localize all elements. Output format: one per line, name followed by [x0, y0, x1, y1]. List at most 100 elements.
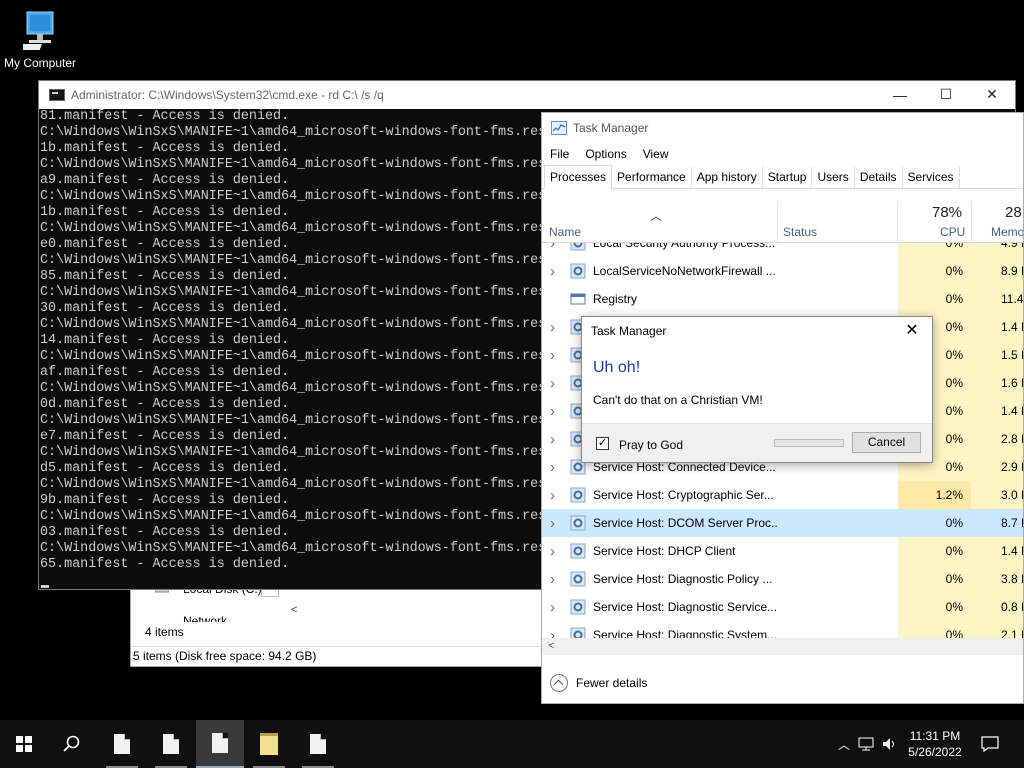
- horizontal-scrollbar[interactable]: [283, 602, 553, 616]
- process-row[interactable]: › Service Host: Cryptographic Ser... 1.2% 3…: [542, 481, 1023, 509]
- process-row[interactable]: › Service Host: DHCP Client 0%1.4 M: [542, 537, 1023, 565]
- memory-total: 28: [1005, 204, 1022, 221]
- scroll-left-icon[interactable]: <: [291, 604, 297, 616]
- minimize-button[interactable]: —: [877, 81, 923, 108]
- taskbar-app-document-2[interactable]: [147, 720, 195, 768]
- menu-view[interactable]: View: [643, 147, 669, 161]
- process-name: Service Host: Diagnostic Service...: [593, 600, 778, 614]
- expand-chevron-icon[interactable]: ›: [550, 319, 560, 336]
- process-row[interactable]: › Service Host: Diagnostic Policy ... 0% 3.…: [542, 565, 1023, 593]
- clock[interactable]: 11:31 PM 5/26/2022: [904, 728, 966, 760]
- expand-chevron-icon[interactable]: ›: [550, 243, 560, 252]
- process-cpu: 0%: [898, 509, 971, 537]
- taskbar-app-document-4[interactable]: [294, 720, 342, 768]
- process-memory: 1.5 M: [971, 341, 1023, 369]
- volume-icon[interactable]: [882, 737, 898, 751]
- process-row[interactable]: › Service Host: DCOM Server Proc... 0% 8.7 …: [542, 509, 1023, 537]
- chevron-up-icon: [550, 674, 568, 692]
- fewer-details-button[interactable]: Fewer details: [542, 663, 1023, 703]
- start-button[interactable]: [0, 720, 48, 768]
- cmd-title-text: Administrator: C:\Windows\System32\cmd.e…: [71, 87, 384, 102]
- divider: [131, 646, 549, 647]
- taskbar-app-document-3[interactable]: [196, 720, 244, 768]
- tab-startup[interactable]: Startup: [763, 166, 813, 188]
- fewer-details-label: Fewer details: [576, 676, 648, 690]
- clock-date: 5/26/2022: [908, 745, 962, 759]
- expand-chevron-icon[interactable]: ›: [550, 375, 560, 392]
- expand-chevron-icon[interactable]: ›: [550, 347, 560, 364]
- tab-users[interactable]: Users: [812, 166, 855, 188]
- process-row[interactable]: › Service Host: Diagnostic System... 0% 2.1…: [542, 621, 1023, 639]
- pray-checkbox[interactable]: ✓: [596, 437, 609, 450]
- expand-chevron-icon[interactable]: ›: [550, 459, 560, 476]
- process-memory: 1.4 M: [971, 313, 1023, 341]
- tab-services[interactable]: Services: [903, 166, 960, 188]
- window-icon: [570, 293, 586, 305]
- process-row[interactable]: Registry 0%11.4 M: [542, 285, 1023, 313]
- scroll-left-icon[interactable]: <: [548, 640, 554, 652]
- expand-chevron-icon[interactable]: ›: [550, 431, 560, 448]
- network-icon[interactable]: [858, 737, 876, 751]
- column-header: ︿ Name Status 78% CPU 28 Memo: [542, 201, 1023, 243]
- tab-app-history[interactable]: App history: [692, 166, 763, 188]
- horizontal-scrollbar[interactable]: <: [542, 638, 1023, 655]
- expand-chevron-icon[interactable]: ›: [550, 263, 560, 280]
- dialog-title: Task Manager: [591, 324, 667, 338]
- expand-chevron-icon[interactable]: ›: [550, 403, 560, 420]
- process-cpu: 0%: [898, 621, 971, 638]
- clock-time: 11:31 PM: [909, 729, 961, 743]
- process-name: Local Security Authority Process...: [593, 243, 776, 250]
- menu-file[interactable]: File: [550, 147, 569, 161]
- gear-icon: [570, 515, 586, 531]
- expand-chevron-icon[interactable]: ›: [550, 487, 560, 504]
- document-icon: [212, 733, 228, 753]
- my-computer-desktop-icon[interactable]: My Computer: [0, 8, 80, 70]
- taskbar-app-document-1[interactable]: [98, 720, 146, 768]
- expand-chevron-icon[interactable]: ›: [550, 543, 560, 560]
- cancel-button[interactable]: Cancel: [852, 432, 921, 453]
- gear-icon: [570, 627, 586, 638]
- show-hidden-icons-icon[interactable]: ︿: [838, 736, 850, 753]
- notifications-button[interactable]: [968, 720, 1012, 768]
- process-cpu: 0%: [898, 243, 971, 257]
- process-cpu: 0%: [898, 565, 971, 593]
- tab-details[interactable]: Details: [855, 166, 903, 188]
- document-icon: [310, 734, 326, 754]
- column-memory[interactable]: Memo: [991, 225, 1023, 239]
- process-row[interactable]: › LocalServiceNoNetworkFirewall ... 0% 8.9 …: [542, 257, 1023, 285]
- process-name: Service Host: Diagnostic System...: [593, 628, 778, 638]
- column-name[interactable]: Name: [549, 225, 581, 239]
- process-memory: 2.9 M: [971, 453, 1023, 481]
- cmd-title-bar[interactable]: Administrator: C:\Windows\System32\cmd.e…: [39, 81, 1015, 108]
- pray-checkbox-label[interactable]: Pray to God: [619, 438, 683, 452]
- process-name: Service Host: Diagnostic Policy ...: [593, 572, 773, 586]
- tab-performance[interactable]: Performance: [612, 166, 692, 188]
- process-memory: 3.8 M: [971, 565, 1023, 593]
- tab-processes[interactable]: Processes: [544, 165, 613, 189]
- expand-chevron-icon[interactable]: ›: [550, 627, 560, 639]
- process-row[interactable]: › Service Host: Diagnostic Service... 0% 0.…: [542, 593, 1023, 621]
- column-divider: [897, 201, 898, 243]
- process-cpu: 0%: [898, 257, 971, 285]
- column-status[interactable]: Status: [783, 225, 817, 239]
- gear-icon: [570, 487, 586, 503]
- error-dialog[interactable]: Task Manager ✕ Uh oh! Can't do that on a…: [581, 316, 933, 463]
- cpu-total: 78%: [932, 204, 963, 221]
- maximize-button[interactable]: ☐: [923, 81, 969, 108]
- expand-chevron-icon[interactable]: ›: [550, 599, 560, 616]
- tm-title-bar[interactable]: Task Manager: [542, 113, 1023, 143]
- expand-chevron-icon[interactable]: ›: [550, 515, 560, 532]
- task-manager-icon: [551, 121, 567, 135]
- nav-item-network[interactable]: Network: [183, 614, 227, 622]
- expand-chevron-icon[interactable]: ›: [550, 571, 560, 588]
- column-cpu[interactable]: CPU: [940, 225, 965, 239]
- dialog-close-button[interactable]: ✕: [900, 320, 924, 342]
- search-button[interactable]: [48, 720, 96, 768]
- tm-title-text: Task Manager: [573, 121, 649, 135]
- close-button[interactable]: ✕: [969, 81, 1015, 108]
- process-memory: 3.0 M: [971, 481, 1023, 509]
- menu-options[interactable]: Options: [585, 147, 626, 161]
- taskbar-app-notepad[interactable]: [245, 720, 293, 768]
- computer-icon: [23, 11, 54, 50]
- process-row[interactable]: › Local Security Authority Process... 0% 4.…: [542, 243, 1023, 257]
